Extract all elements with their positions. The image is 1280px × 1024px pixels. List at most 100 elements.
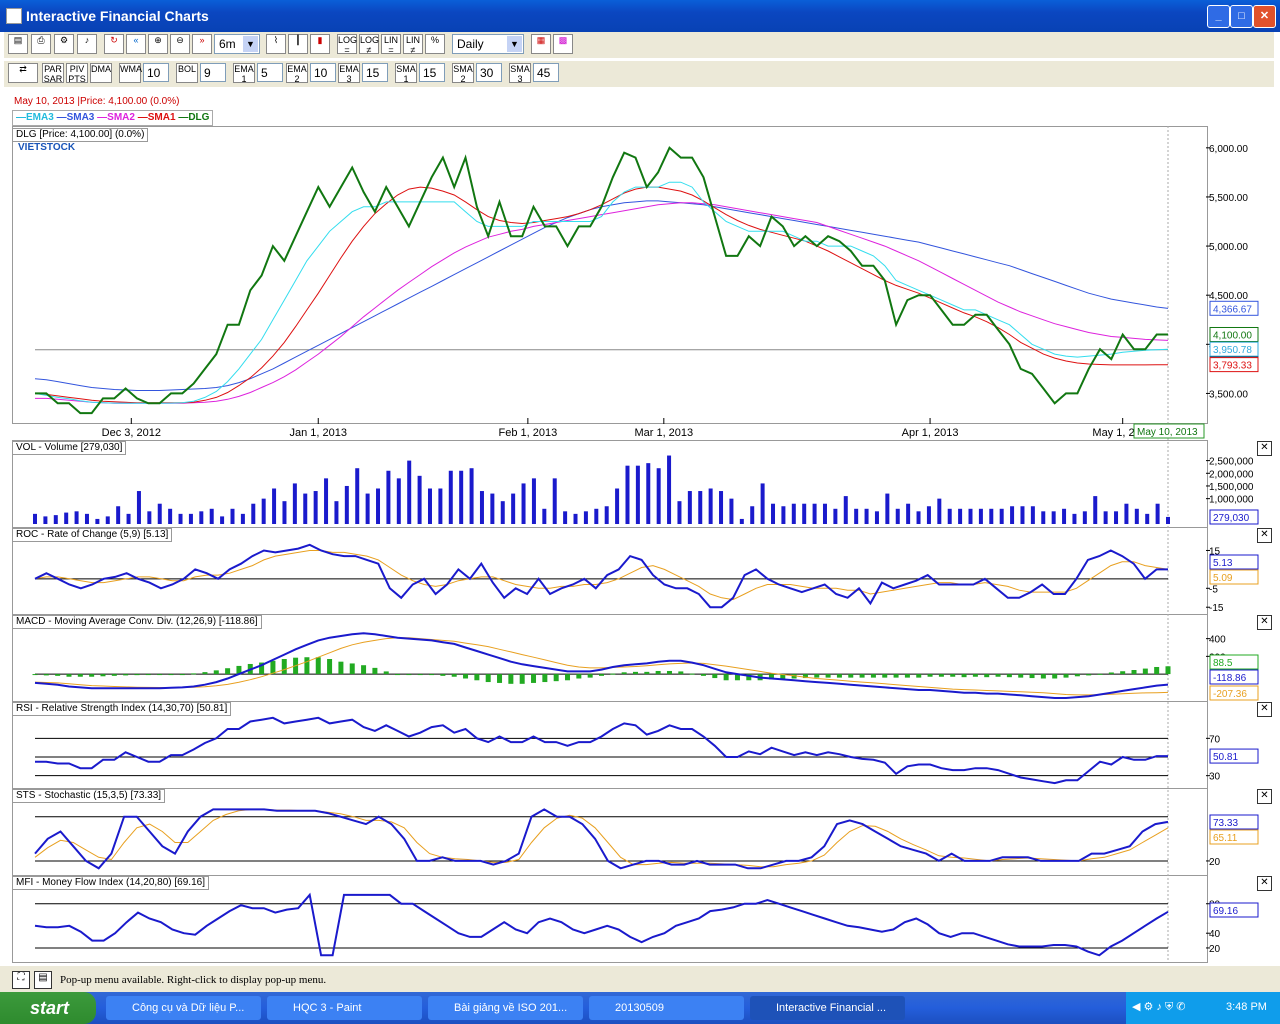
roc-panel-label: ROC - Rate of Change (5,9) [5.13] bbox=[12, 528, 173, 542]
volume-bar bbox=[625, 465, 630, 524]
macd-histogram-bar bbox=[1086, 674, 1092, 676]
chart-canvas[interactable]: 3,500.004,000.004,500.005,000.005,500.00… bbox=[0, 0, 1280, 966]
volume-bar bbox=[334, 501, 339, 524]
price-y-tick-label: 4,500.00 bbox=[1209, 291, 1248, 302]
volume-bar bbox=[958, 508, 963, 524]
sts-badge: 65.11 bbox=[1213, 833, 1238, 844]
close-mfi-panel-icon[interactable]: ✕ bbox=[1257, 876, 1272, 891]
close-roc-panel-icon[interactable]: ✕ bbox=[1257, 528, 1272, 543]
volume-bar bbox=[594, 508, 599, 524]
volume-bar bbox=[417, 475, 422, 524]
close-sts-panel-icon[interactable]: ✕ bbox=[1257, 789, 1272, 804]
volume-bar bbox=[1051, 511, 1056, 524]
volume-bar bbox=[791, 503, 796, 524]
macd-histogram-bar bbox=[655, 670, 661, 675]
macd-histogram-bar bbox=[43, 674, 49, 676]
task-folder[interactable]: 20130509 bbox=[589, 996, 744, 1020]
mfi-badge: 69.16 bbox=[1213, 906, 1238, 917]
task-financial-charts[interactable]: Interactive Financial ... bbox=[750, 996, 905, 1020]
status-bar: ⛶ ▤ Pop-up menu available. Right-click t… bbox=[0, 966, 1280, 992]
rsi-y-tick-label: 30 bbox=[1209, 772, 1221, 783]
rsi-y-tick-label: 70 bbox=[1209, 734, 1221, 745]
close-macd-panel-icon[interactable]: ✕ bbox=[1257, 615, 1272, 630]
volume-bar bbox=[1020, 506, 1025, 524]
volume-bar bbox=[771, 503, 776, 524]
macd-histogram-bar bbox=[723, 674, 729, 681]
volume-bar bbox=[157, 503, 162, 524]
volume-bar bbox=[1030, 506, 1035, 524]
macd-histogram-bar bbox=[848, 674, 854, 678]
macd-histogram-bar bbox=[1040, 674, 1046, 679]
volume-bar bbox=[313, 491, 318, 524]
macd-histogram-bar bbox=[519, 674, 525, 684]
task-paint[interactable]: HQC 3 - Paint bbox=[267, 996, 422, 1020]
macd-histogram-bar bbox=[1063, 674, 1069, 678]
macd-histogram-bar bbox=[610, 673, 616, 675]
volume-bar bbox=[833, 508, 838, 524]
price-y-tick-label: 3,500.00 bbox=[1209, 389, 1248, 400]
macd-histogram-bar bbox=[678, 671, 684, 675]
vol-y-tick-label: 2,000,000 bbox=[1209, 469, 1254, 480]
volume-bar bbox=[999, 508, 1004, 524]
macd-histogram-bar bbox=[700, 674, 706, 676]
macd-histogram-bar bbox=[123, 674, 129, 676]
volume-bar bbox=[656, 468, 661, 524]
volume-bar bbox=[864, 508, 869, 524]
volume-bar bbox=[916, 511, 921, 524]
volume-bar bbox=[168, 508, 173, 524]
volume-bar bbox=[344, 485, 349, 524]
macd-histogram-bar bbox=[66, 674, 72, 677]
volume-bar bbox=[906, 503, 911, 524]
volume-bar bbox=[708, 488, 713, 524]
series-dlg bbox=[35, 146, 1168, 415]
macd-histogram-bar bbox=[179, 674, 185, 676]
volume-bar bbox=[500, 501, 505, 524]
task-firefox[interactable]: Công cụ và Dữ liệu P... bbox=[106, 996, 261, 1020]
price-panel-label: DLG [Price: 4,100.00] (0.0%) bbox=[12, 128, 149, 142]
tray-icons[interactable]: ◀ ⚙ ♪ ⛨ ✆ bbox=[1132, 1000, 1186, 1014]
volume-bar bbox=[1134, 508, 1139, 524]
rsi-badge: 50.81 bbox=[1213, 752, 1238, 763]
volume-bar bbox=[95, 518, 100, 524]
macd-histogram-bar bbox=[451, 674, 457, 677]
volume-bar bbox=[438, 488, 443, 524]
price-badge: 4,100.00 bbox=[1213, 330, 1252, 341]
close-rsi-panel-icon[interactable]: ✕ bbox=[1257, 702, 1272, 717]
volume-bar bbox=[147, 511, 152, 524]
volume-bar bbox=[365, 493, 370, 524]
macd-histogram-bar bbox=[417, 674, 423, 676]
vol-badge: 279,030 bbox=[1213, 513, 1250, 524]
volume-bar bbox=[251, 503, 256, 524]
macd-histogram-bar bbox=[145, 674, 151, 676]
macd-histogram-bar bbox=[995, 674, 1001, 677]
price-y-tick-label: 5,500.00 bbox=[1209, 193, 1248, 204]
macd-histogram-bar bbox=[1165, 666, 1171, 675]
volume-bar bbox=[178, 513, 183, 524]
price-badge: 3,793.33 bbox=[1213, 361, 1252, 372]
volume-bar bbox=[53, 515, 58, 524]
macd-histogram-bar bbox=[984, 674, 990, 678]
volume-bar bbox=[604, 506, 609, 524]
macd-histogram-bar bbox=[361, 665, 367, 675]
volume-bar bbox=[635, 465, 640, 524]
volume-bar bbox=[292, 483, 297, 524]
volume-bar bbox=[469, 468, 474, 524]
series-sma2 bbox=[35, 202, 1169, 404]
volume-bar bbox=[43, 516, 48, 524]
task-word[interactable]: Bài giảng về ISO 201... bbox=[428, 996, 583, 1020]
volume-bar bbox=[261, 498, 266, 524]
volume-bar bbox=[84, 513, 89, 524]
sts-y-tick-label: 20 bbox=[1209, 857, 1221, 868]
volume-bar bbox=[1072, 513, 1077, 524]
macd-histogram-bar bbox=[565, 674, 571, 681]
print-preview-icon[interactable]: ▤ bbox=[34, 971, 52, 989]
volume-bar bbox=[1062, 508, 1067, 524]
volume-bar bbox=[895, 508, 900, 524]
fit-icon[interactable]: ⛶ bbox=[12, 971, 30, 989]
volume-bar bbox=[199, 511, 204, 524]
volume-bar bbox=[240, 513, 245, 524]
price-y-tick-label: 6,000.00 bbox=[1209, 144, 1248, 155]
volume-bar bbox=[542, 508, 547, 524]
start-button[interactable]: start bbox=[0, 992, 96, 1024]
close-volume-panel-icon[interactable]: ✕ bbox=[1257, 441, 1272, 456]
